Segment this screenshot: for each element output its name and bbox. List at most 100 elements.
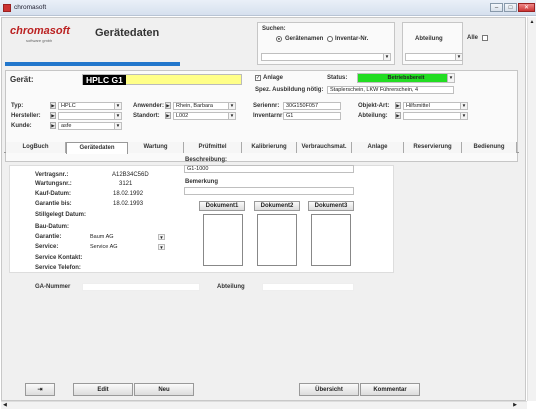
garantie-value: Baum AG [90,234,114,240]
anwender-link-icon[interactable]: ▶ [165,102,171,109]
spez-field[interactable]: Staplerschein, LKW Führerschein, 4 [327,86,454,94]
maximize-icon[interactable]: □ [504,3,517,12]
alle-checkbox[interactable] [482,35,488,41]
search-label: Suchen: [262,26,286,32]
close-icon[interactable]: ✕ [518,3,535,12]
hersteller-link-icon[interactable]: ▶ [50,112,56,119]
garantie-bis-label: Garantie bis: [35,201,72,207]
app-icon [3,4,11,12]
neu-button[interactable]: Neu [134,383,194,396]
spez-label: Spez. Ausbildung nötig: [255,87,324,93]
abteilung-link-icon[interactable]: ▶ [395,112,401,119]
service-combo[interactable]: Service AG ▼ [87,243,166,251]
dokument2-button[interactable]: Dokument2 [254,201,300,211]
chevron-down-icon[interactable]: ▼ [383,54,390,60]
seriennr-field[interactable]: 30G150F057 [283,102,341,110]
chevron-down-icon[interactable]: ▼ [114,113,121,119]
typ-label: Typ: [11,103,24,109]
edit-button[interactable]: Edit [73,383,133,396]
scroll-right-icon[interactable]: ▶ [513,402,517,408]
minimize-icon[interactable]: – [490,3,503,12]
scroll-up-icon[interactable]: ▲ [528,19,536,25]
dokument2-box[interactable] [257,214,297,266]
inventarnr-label: Inventarnr: [253,113,285,119]
hersteller-label: Hersteller: [11,113,41,119]
beschreibung-label: Beschreibung: [185,157,228,163]
dokument1-button[interactable]: Dokument1 [199,201,245,211]
dokument3-button[interactable]: Dokument3 [308,201,354,211]
logo: chromasoft [10,25,70,37]
abteilung-filter-label: Abteilung [415,36,443,42]
tab-reservierung[interactable]: Reservierung [404,142,462,153]
tab-kalibrierung[interactable]: Kalibrierung [242,142,297,153]
chevron-down-icon[interactable]: ▼ [114,123,121,129]
chevron-down-icon[interactable]: ▼ [114,103,121,109]
inventarnr-field[interactable]: G1 [283,112,341,120]
status-combo[interactable]: Betriebsbereit ▼ [357,73,455,83]
dokument1-box[interactable] [203,214,243,266]
bemerkung-label: Bemerkung [185,179,219,185]
uebersicht-button[interactable]: Übersicht [299,383,359,396]
standort-link-icon[interactable]: ▶ [165,112,171,119]
typ-combo[interactable]: HPLC ▼ [58,102,122,110]
chevron-down-icon[interactable]: ▼ [447,74,454,82]
radio-inventar[interactable] [327,36,333,42]
tab-pruefmittel[interactable]: Prüfmittel [184,142,242,153]
tab-anlage[interactable]: Anlage [352,142,404,153]
tab-wartung[interactable]: Wartung [128,142,184,153]
exit-button[interactable]: ⇥ [25,383,55,396]
chevron-down-icon[interactable]: ▼ [158,234,165,240]
dokument3-box[interactable] [311,214,351,266]
chevron-down-icon[interactable]: ▼ [228,103,235,109]
anlage-checkbox[interactable]: ✓ [255,75,261,81]
baudatum-label: Bau-Datum: [35,224,69,230]
kunde-link-icon[interactable]: ▶ [50,122,56,129]
ga-abteilung-field[interactable] [262,283,354,291]
search-combo[interactable]: ▼ [261,53,391,61]
ga-nummer-field[interactable] [82,283,200,291]
hersteller-combo[interactable]: ▼ [58,112,122,120]
abteilung-filter-combo[interactable]: ▼ [405,53,463,61]
abteilung-panel: Abteilung ▼ [402,22,463,65]
garantie-label: Garantie: [35,234,62,240]
standort-combo[interactable]: L002 ▼ [173,112,236,120]
chevron-down-icon[interactable]: ▼ [228,113,235,119]
chevron-down-icon[interactable]: ▼ [460,113,467,119]
chevron-down-icon[interactable]: ▼ [460,103,467,109]
radio-geraetenamen-label: Gerätenamen [285,36,324,42]
geraet-field[interactable]: HPLC G1 [82,74,242,85]
alle-label: Alle [467,35,479,41]
tab-geraetedaten[interactable]: Gerätedaten [66,142,128,154]
service-label: Service: [35,244,59,250]
chevron-down-icon[interactable]: ▼ [455,54,462,60]
service-kontakt-label: Service Kontakt: [35,255,83,261]
ga-nummer-label: GA-Nummer [35,284,71,290]
vertragsnr-value: A12B34C56D [112,172,149,178]
beschreibung-field[interactable]: G1-1000 [184,165,354,173]
objektart-link-icon[interactable]: ▶ [395,102,401,109]
objektart-label: Objekt-Art: [358,103,390,109]
garantie-combo[interactable]: Baum AG ▼ [87,233,166,241]
horizontal-scrollbar[interactable]: ◀ ▶ [1,401,527,409]
status-label: Status: [327,75,348,81]
wartungsnr-label: Wartungsnr.: [35,181,72,187]
tab-logbuch[interactable]: LogBuch [6,142,66,153]
bemerkung-field[interactable] [184,187,354,195]
anwender-combo[interactable]: Rhein, Barbara ▼ [173,102,236,110]
tab-verbrauchsmat[interactable]: Verbrauchsmat. [297,142,352,153]
objektart-combo[interactable]: Hilfsmittel ▼ [403,102,468,110]
kommentar-button[interactable]: Kommentar [360,383,420,396]
tab-bedienung[interactable]: Bedienung [462,142,517,153]
service-value: Service AG [90,244,118,250]
radio-geraetenamen[interactable]: ● [276,36,282,42]
vertical-scrollbar[interactable]: ▲ [527,17,536,401]
kunde-label: Kunde: [11,123,32,129]
scroll-left-icon[interactable]: ◀ [3,402,7,408]
kunde-combo[interactable]: asfe ▼ [58,122,122,130]
abteilung-combo[interactable]: ▼ [403,112,468,120]
chevron-down-icon[interactable]: ▼ [158,244,165,250]
vertragsnr-label: Vertragsnr.: [35,172,69,178]
tab-bar: LogBuch Gerätedaten Wartung Prüfmittel K… [4,142,519,154]
typ-link-icon[interactable]: ▶ [50,102,56,109]
geraet-value: HPLC G1 [83,75,126,85]
